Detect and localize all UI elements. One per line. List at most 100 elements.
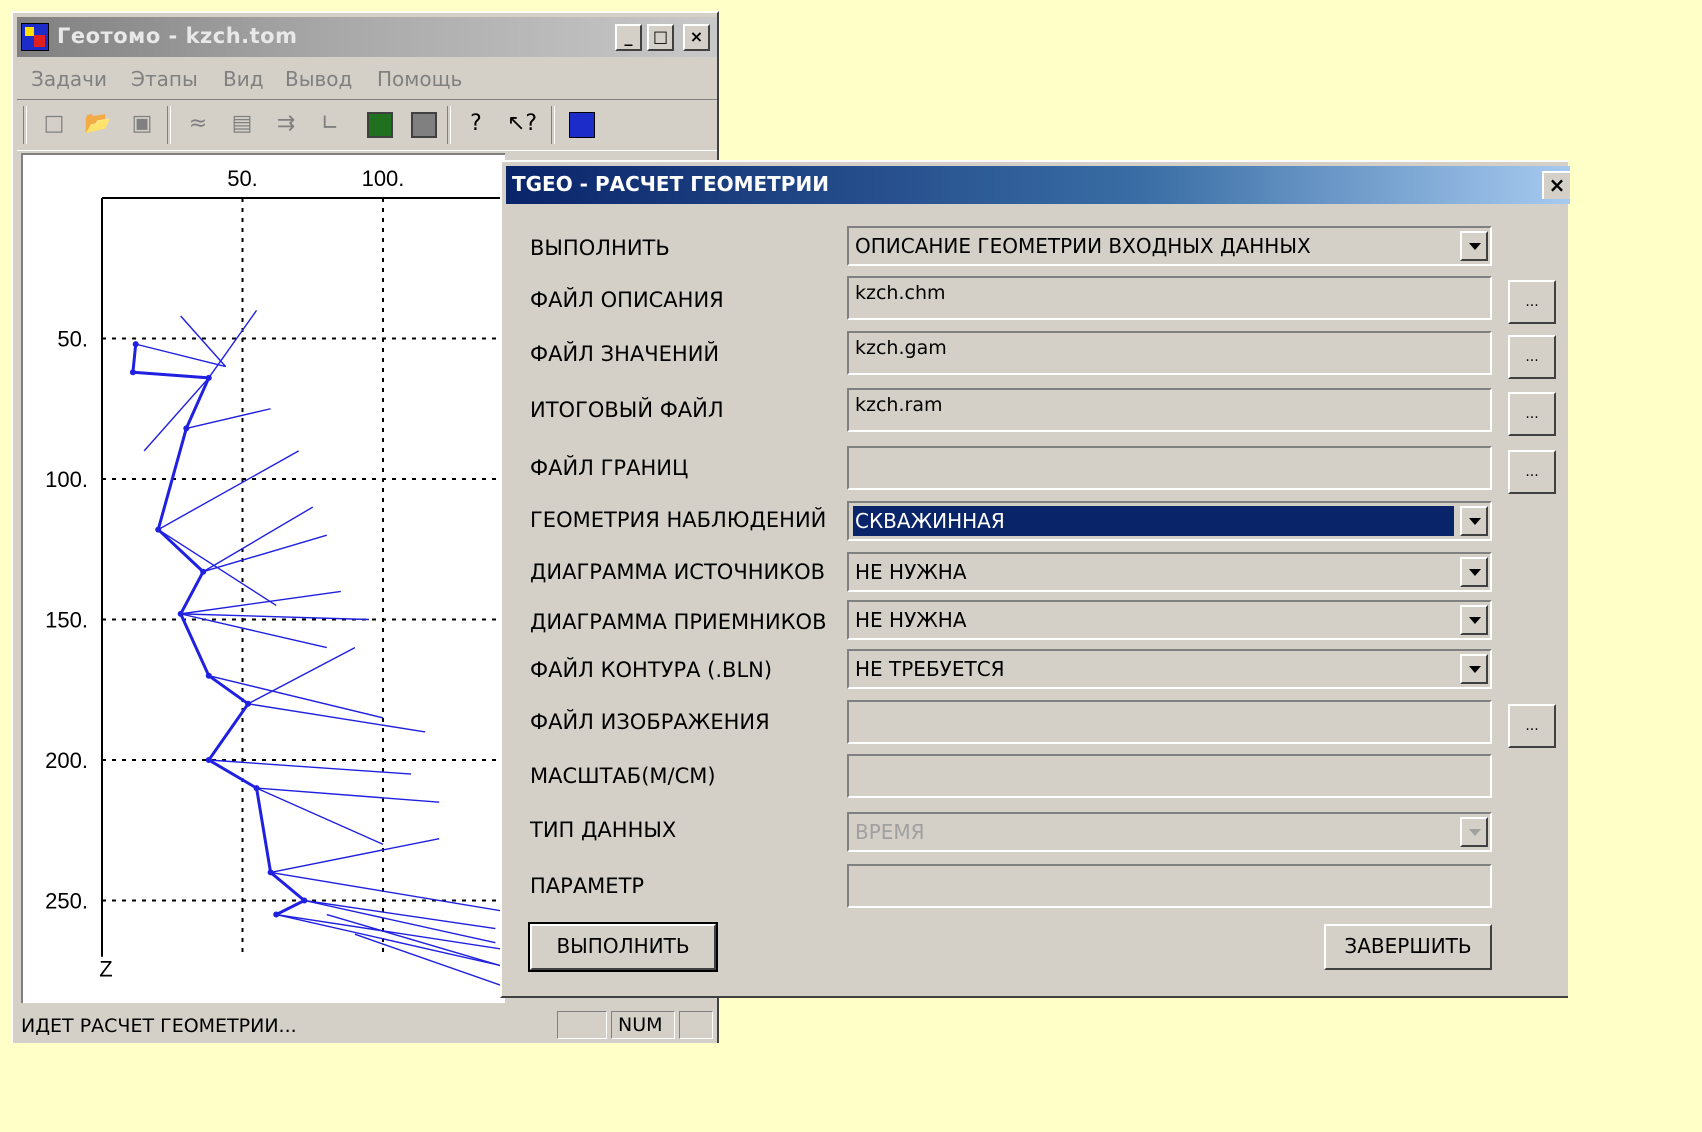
main-title-bar[interactable]: Геотомо - kzch.tom _ □ × bbox=[17, 17, 717, 57]
ray-segment bbox=[143, 377, 210, 452]
src-diagram-select[interactable]: НЕ НУЖНА bbox=[847, 552, 1492, 592]
finish-button[interactable]: ЗАВЕРШИТЬ bbox=[1324, 924, 1492, 970]
ray-segment bbox=[276, 913, 552, 958]
ray-segment bbox=[248, 703, 426, 733]
open-folder-icon[interactable]: 📂 bbox=[83, 108, 113, 140]
desc-file-browse-button[interactable]: ... bbox=[1508, 280, 1556, 324]
save-icon[interactable]: ▣ bbox=[127, 108, 157, 140]
image-file-label: ФАЙЛ ИЗОБРАЖЕНИЯ bbox=[530, 710, 770, 734]
rays-icon[interactable]: ≈ bbox=[183, 108, 213, 140]
source-point bbox=[267, 869, 274, 876]
values-file-browse-button[interactable]: ... bbox=[1508, 335, 1556, 379]
source-point bbox=[155, 526, 162, 533]
toolbar: □ 📂 ▣ ≈ ▤ ⇉ ∟ ? ↖? bbox=[17, 99, 717, 151]
bounds-file-browse-button[interactable]: ... bbox=[1508, 450, 1556, 494]
ray-segment bbox=[270, 871, 524, 916]
toolbar-grip bbox=[23, 106, 27, 144]
menu-stages[interactable]: Этапы bbox=[131, 67, 198, 91]
source-point bbox=[177, 610, 184, 617]
image-file-browse-button[interactable]: ... bbox=[1508, 704, 1556, 748]
ray-fan-icon[interactable]: ⇉ bbox=[271, 108, 301, 140]
src-diagram-value: НЕ НУЖНА bbox=[855, 560, 967, 584]
y-axis-label: Z bbox=[99, 957, 112, 982]
ray-chart: 50.100.150.50.100.150.200.250.Z bbox=[45, 166, 580, 1014]
parameter-input[interactable] bbox=[847, 864, 1492, 908]
ray-segment bbox=[208, 759, 412, 775]
chevron-down-icon[interactable] bbox=[1460, 654, 1488, 684]
geometry-plot: 50.100.150.50.100.150.200.250.Z bbox=[21, 153, 580, 1014]
run-select-value: ОПИСАНИЕ ГЕОМЕТРИИ ВХОДНЫХ ДАННЫХ bbox=[855, 234, 1311, 258]
data-type-select: ВРЕМЯ bbox=[847, 812, 1492, 852]
values-file-label: ФАЙЛ ЗНАЧЕНИЙ bbox=[530, 342, 720, 366]
result-file-input[interactable]: kzch.ram bbox=[847, 388, 1492, 432]
source-point bbox=[253, 785, 260, 792]
menu-help[interactable]: Помощь bbox=[377, 67, 462, 91]
run-button[interactable]: ВЫПОЛНИТЬ bbox=[528, 922, 718, 972]
new-file-icon[interactable]: □ bbox=[39, 108, 69, 140]
source-point bbox=[200, 568, 207, 575]
chevron-down-icon[interactable] bbox=[1460, 605, 1488, 635]
y-tick-label: 250. bbox=[45, 889, 88, 914]
rcv-diagram-select[interactable]: НЕ НУЖНА bbox=[847, 600, 1492, 640]
dialog-close-button[interactable]: × bbox=[1542, 171, 1570, 199]
rcv-diagram-value: НЕ НУЖНА bbox=[855, 608, 967, 632]
source-point bbox=[273, 911, 280, 918]
cursor-arrow-icon[interactable] bbox=[411, 112, 437, 138]
chevron-down-icon[interactable] bbox=[1460, 557, 1488, 587]
toolbar-separator bbox=[167, 106, 171, 144]
chevron-down-icon[interactable] bbox=[1460, 506, 1488, 536]
toolbar-separator bbox=[447, 106, 451, 144]
run-label: ВЫПОЛНИТЬ bbox=[530, 236, 670, 260]
ray-segment bbox=[135, 343, 226, 368]
src-diagram-label: ДИАГРАММА ИСТОЧНИКОВ bbox=[530, 560, 826, 584]
context-help-icon[interactable]: ↖? bbox=[507, 108, 537, 140]
source-point bbox=[205, 672, 212, 679]
help-icon[interactable]: ? bbox=[461, 108, 491, 140]
desc-file-input[interactable]: kzch.chm bbox=[847, 276, 1492, 320]
data-type-value: ВРЕМЯ bbox=[855, 820, 925, 844]
menu-bar: Задачи Этапы Вид Вывод Помощь bbox=[17, 63, 717, 93]
minimize-button[interactable]: _ bbox=[615, 24, 642, 51]
main-window-title: Геотомо - kzch.tom bbox=[57, 24, 298, 48]
ray-segment bbox=[202, 534, 327, 573]
ray-segment bbox=[208, 309, 258, 379]
y-tick-label: 100. bbox=[45, 467, 88, 492]
bounds-file-label: ФАЙЛ ГРАНИЦ bbox=[530, 456, 689, 480]
x-tick-label: 50. bbox=[227, 166, 258, 191]
scale-label: МАСШТАБ(М/СМ) bbox=[530, 764, 716, 788]
ray-segment bbox=[247, 646, 356, 705]
obs-geometry-value: СКВАЖИННАЯ bbox=[853, 506, 1454, 536]
result-file-browse-button[interactable]: ... bbox=[1508, 392, 1556, 436]
maximize-button[interactable]: □ bbox=[647, 24, 674, 51]
ray-segment bbox=[202, 506, 314, 573]
green-map-icon[interactable] bbox=[367, 112, 393, 138]
obs-geometry-select[interactable]: СКВАЖИННАЯ bbox=[847, 501, 1492, 541]
tgeo-dialog: TGEO - РАСЧЕТ ГЕОМЕТРИИ × ВЫПОЛНИТЬ ОПИС… bbox=[500, 160, 1570, 998]
geotomo-logo-icon[interactable] bbox=[569, 112, 595, 138]
source-point bbox=[129, 369, 136, 376]
dialog-title: TGEO - РАСЧЕТ ГЕОМЕТРИИ bbox=[512, 172, 829, 196]
menu-view[interactable]: Вид bbox=[223, 67, 264, 91]
run-select[interactable]: ОПИСАНИЕ ГЕОМЕТРИИ ВХОДНЫХ ДАННЫХ bbox=[847, 226, 1492, 266]
menu-tasks[interactable]: Задачи bbox=[31, 67, 107, 91]
bounds-file-input[interactable] bbox=[847, 446, 1492, 490]
layers-icon[interactable]: ▤ bbox=[227, 108, 257, 140]
status-panel-num: NUM bbox=[611, 1011, 675, 1039]
menu-output[interactable]: Вывод bbox=[285, 67, 352, 91]
image-file-input[interactable] bbox=[847, 700, 1492, 744]
parameter-label: ПАРАМЕТР bbox=[530, 874, 645, 898]
geotomo-app-icon[interactable] bbox=[21, 23, 49, 51]
status-panel-empty bbox=[557, 1011, 607, 1039]
ray-segment bbox=[157, 450, 300, 531]
dialog-title-bar[interactable]: TGEO - РАСЧЕТ ГЕОМЕТРИИ × bbox=[506, 166, 1570, 204]
resize-grip-icon[interactable] bbox=[679, 1011, 713, 1039]
scale-input[interactable] bbox=[847, 754, 1492, 798]
y-tick-label: 50. bbox=[57, 327, 88, 352]
contour-file-select[interactable]: НЕ ТРЕБУЕТСЯ bbox=[847, 649, 1492, 689]
chevron-down-icon[interactable] bbox=[1460, 231, 1488, 261]
ray-angle-icon[interactable]: ∟ bbox=[315, 108, 345, 140]
values-file-input[interactable]: kzch.gam bbox=[847, 331, 1492, 375]
ray-segment bbox=[276, 913, 524, 972]
source-point bbox=[205, 374, 212, 381]
close-button[interactable]: × bbox=[683, 24, 710, 51]
